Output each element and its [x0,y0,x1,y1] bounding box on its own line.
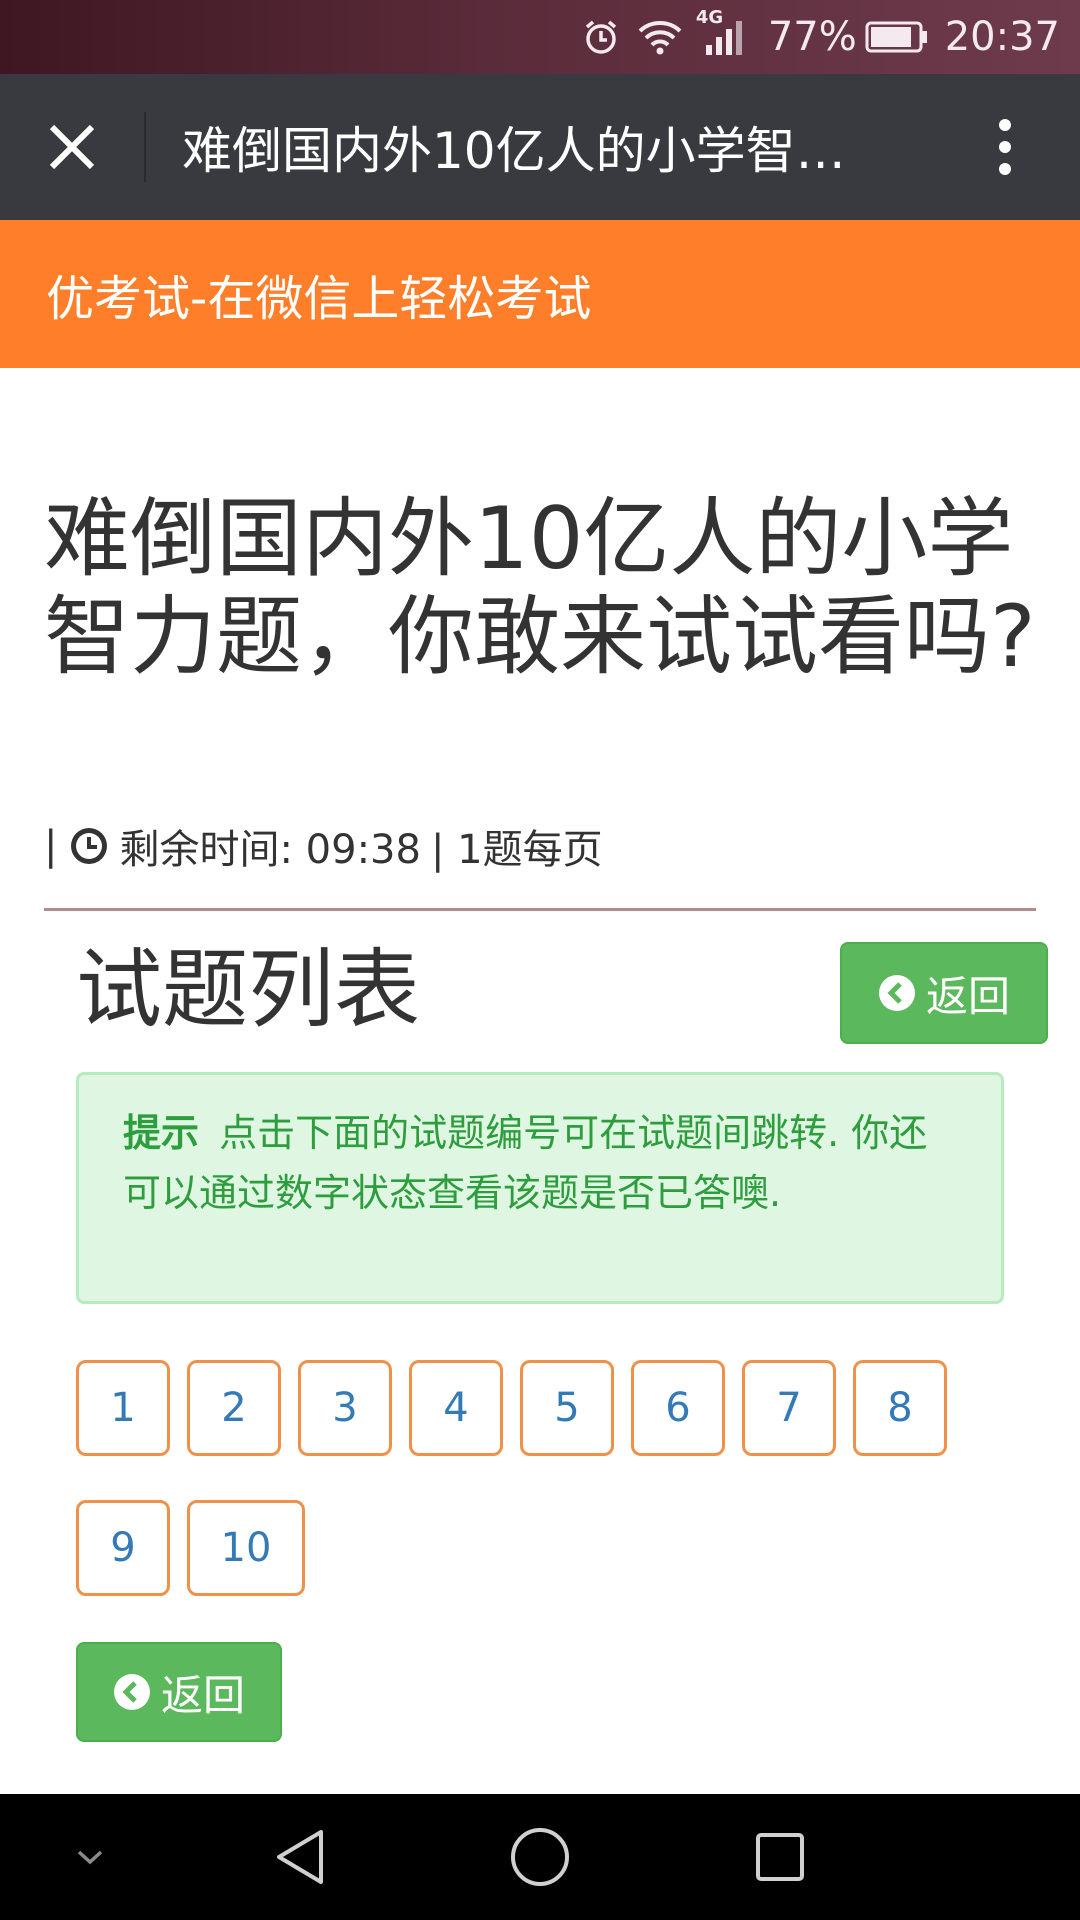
question-button-2[interactable]: 2 [187,1360,281,1456]
title-bar: 难倒国内外10亿人的小学智… [0,74,1080,220]
back-button-label: 返回 [925,971,1010,1021]
question-button-8[interactable]: 8 [853,1360,947,1456]
per-page-info: | 1题每页 [430,827,603,873]
question-button-7[interactable]: 7 [742,1360,836,1456]
tip-alert: 提示 点击下面的试题编号可在试题间跳转. 你还可以通过数字状态查看该题是否已答噢… [76,1072,1004,1304]
back-button-label: 返回 [160,1670,245,1720]
nav-home-button[interactable] [490,1794,590,1920]
quiz-meta: | 剩余时间: 09:38 | 1题每页 [44,820,603,873]
question-button-3[interactable]: 3 [298,1360,392,1456]
more-vertical-icon [999,119,1011,175]
page-title: 难倒国内外10亿人的小学智… [182,122,846,180]
banner-text: 优考试-在微信上轻松考试 [46,271,592,327]
battery-percent: 77% [767,14,857,60]
battery-icon [865,20,929,54]
android-nav-bar [0,1794,1080,1920]
nav-back-button[interactable] [250,1794,350,1920]
question-button-1[interactable]: 1 [76,1360,170,1456]
clock-icon [69,826,109,866]
tip-text: 点击下面的试题编号可在试题间跳转. 你还可以通过数字状态查看该题是否已答噢. [123,1111,928,1215]
close-button[interactable] [0,74,144,220]
recents-square-icon [756,1833,804,1881]
back-triangle-icon [277,1830,323,1884]
chevron-left-circle-icon [878,974,916,1012]
status-time: 20:37 [944,14,1060,60]
question-button-10[interactable]: 10 [187,1500,305,1596]
section-title: 试题列表 [76,940,420,1040]
divider-line [44,908,1036,911]
hide-nav-button[interactable] [50,1794,130,1920]
home-circle-icon [511,1828,569,1886]
question-button-9[interactable]: 9 [76,1500,170,1596]
hide-chevron-icon [77,1850,103,1865]
brand-banner[interactable]: 优考试-在微信上轻松考试 [0,220,1080,368]
alarm-icon [582,18,620,56]
meta-separator: | [44,823,58,869]
quiz-title: 难倒国内外10亿人的小学智力题，你敢来试试看吗? [44,489,1036,687]
close-icon [49,124,95,170]
more-menu-button[interactable] [930,74,1080,220]
wifi-icon [638,19,682,55]
status-bar: 4G 77% 20:37 [0,0,1080,74]
back-button-top[interactable]: 返回 [840,942,1048,1044]
signal-icon: 4G [696,7,744,57]
network-type-label: 4G [695,7,724,28]
back-button-bottom[interactable]: 返回 [76,1642,282,1742]
nav-recents-button[interactable] [730,1794,830,1920]
question-button-4[interactable]: 4 [409,1360,503,1456]
question-button-6[interactable]: 6 [631,1360,725,1456]
tip-label: 提示 [123,1111,200,1155]
question-button-5[interactable]: 5 [520,1360,614,1456]
chevron-left-circle-icon [113,1673,151,1711]
remaining-time: 剩余时间: 09:38 [119,827,421,873]
